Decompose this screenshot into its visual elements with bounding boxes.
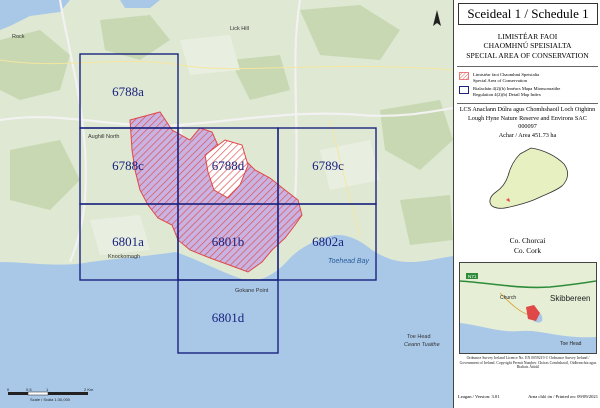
place-label-toehead-bay: Toehead Bay <box>328 258 369 265</box>
legend-panel: Sceideal 1 / Schedule 1 LIMISTÉAR FAOI C… <box>453 0 600 408</box>
printed-text: Arna chló ón / Printed on: 09/09/2021 <box>528 394 598 399</box>
site-name-en: Lough Hyne Nature Reserve and Environs S… <box>468 114 587 122</box>
grid-label-6801b: 6801b <box>212 234 245 249</box>
site-info: LCS Anaclann Dúlra agus Chomhshaoil Loch… <box>454 106 600 140</box>
sac-heading-line-2: CHAOMHNÚ SPEISIALTA <box>483 41 572 51</box>
sac-swatch-icon <box>459 72 469 80</box>
grid-label-6789c: 6789c <box>312 158 344 173</box>
county-outline <box>489 147 568 209</box>
site-area: Achar / Area 451.73 ha <box>498 131 557 139</box>
site-name-ga: LCS Anaclann Dúlra agus Chomhshaoil Loch… <box>459 106 596 113</box>
index-swatch-icon <box>459 86 469 94</box>
scale-tick-3: 2 Km <box>84 387 94 392</box>
sac-heading-line-1: LIMISTÉAR FAOI <box>497 32 558 41</box>
inset-road-label: N71 <box>468 274 477 279</box>
legend-sac-en: Special Area of Conservation <box>473 77 527 83</box>
county-en: Co. Cork <box>513 246 542 255</box>
inset-map: Skibbereen Church Toe Head N71 <box>459 262 597 354</box>
inset-skibbereen: Skibbereen <box>550 294 590 303</box>
divider <box>457 66 598 67</box>
inset-church: Church <box>500 295 516 301</box>
copyright-note: Ordnance Survey Ireland Licence No. EN 0… <box>459 356 597 370</box>
grid-label-6788d: 6788d <box>212 158 245 173</box>
county-ga: Co. Chorcaí <box>509 236 546 245</box>
legend-index-en: Regulation 4(2)(b) Detail Map Index <box>473 91 541 97</box>
sac-heading-line-3: SPECIAL AREA OF CONSERVATION <box>466 50 589 60</box>
version-text: Leagan / Version: 3.01 <box>458 394 500 399</box>
scale-tick-1: 0.5 <box>26 387 32 392</box>
place-label-lick-hill: Lick Hill <box>230 26 249 32</box>
place-label-ceann-tuaithe: Ceann Tuaithe <box>404 342 440 348</box>
place-label-toe-head: Toe Head <box>407 334 431 340</box>
divider <box>457 103 598 104</box>
site-code: 000097 <box>518 123 537 131</box>
grid-label-6788c: 6788c <box>112 158 144 173</box>
place-label-knockomagh: Knockomagh <box>108 254 140 260</box>
inset-toe-head: Toe Head <box>560 341 582 347</box>
scale-text: Scale / Scála 1:30,000 <box>30 397 71 402</box>
map-canvas[interactable]: 6788a 6788c 6788d 6789c 6801a 6801b 6802… <box>0 0 453 408</box>
version-row: Leagan / Version: 3.01 Arna chló ón / Pr… <box>458 394 598 399</box>
grid-label-6801d: 6801d <box>212 310 245 325</box>
grid-label-6801a: 6801a <box>112 234 144 249</box>
grid-label-6788a: 6788a <box>112 84 144 99</box>
place-label-rock: Rock <box>12 34 25 40</box>
schedule-title: Sceideal 1 / Schedule 1 <box>458 3 598 25</box>
sac-heading: LIMISTÉAR FAOI CHAOMHNÚ SPEISIALTA SPECI… <box>454 32 600 60</box>
place-label-aughill-north: Aughill North <box>88 134 120 140</box>
place-label-gokane-point: Gokane Point <box>235 288 269 294</box>
county-label: Co. Chorcaí Co. Cork <box>454 236 600 256</box>
county-locator-map <box>489 147 568 209</box>
grid-label-6802a: 6802a <box>312 234 344 249</box>
